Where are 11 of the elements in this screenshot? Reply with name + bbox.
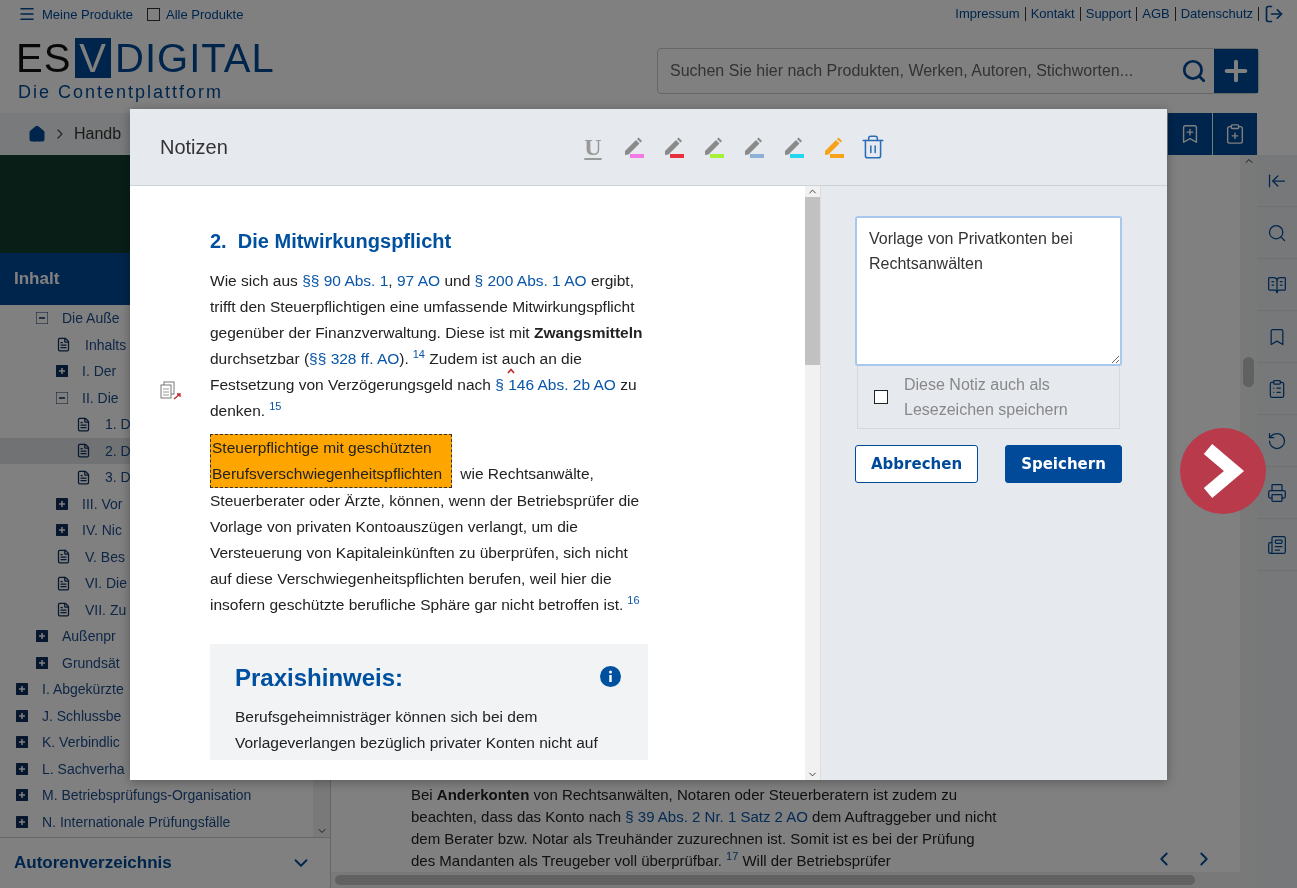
hint-title: Praxishinweis: [235,664,404,692]
logo-text: DIGITAL [115,38,275,78]
logo-tagline: Die Contentplattform [17,82,225,103]
paragraph: Steuerpflichtige mit geschützten Berufsverschwiegenheitspflichten wie Rechtsanwälte, Steuerberater oder Ärzte, können, wenn der Betriebsprüfer die Vorlage von privaten Kontoauszügen verlangt, um die Versteuerung von Kapitaleinkünften zu überprüfen, sich nicht auf diese Verschwiegenheitspflichten berufen, weil hier die insofern geschützte berufliche Sphäre gar nicht betroffen ist. $^{16}$ [210,434,650,618]
checkbox-label: Diese Notiz auch als Lesezeichen speichern [904,375,1069,420]
section-heading: 2. Die Mitwirkungspflicht [210,229,453,254]
logo-mark: V [75,38,112,78]
hint-text: Berufsgeheimnisträger können sich bei dem Vorlageverlangen bezüglich privater Konten nicht auf [235,707,599,753]
logo-text: ES [16,38,72,78]
dialog-title: Notizen [160,135,229,159]
paragraph: Bei Anderkonten von Rechtsanwälten, Notaren oder Steuerberatern ist zudem zu beachten, dass das Konto nach § 39 Abs. 2 Nr. 1 Satz 2 AO dem Auftraggeber und nicht dem Berater bzw. Notar als Treuhänder zuzurechnen ist. Somit ist es bei der Prüfung des Mandanten als Treugeber voll überprüfbar. $^{17}$ Will der Betriebsprüfer [411,785,998,871]
